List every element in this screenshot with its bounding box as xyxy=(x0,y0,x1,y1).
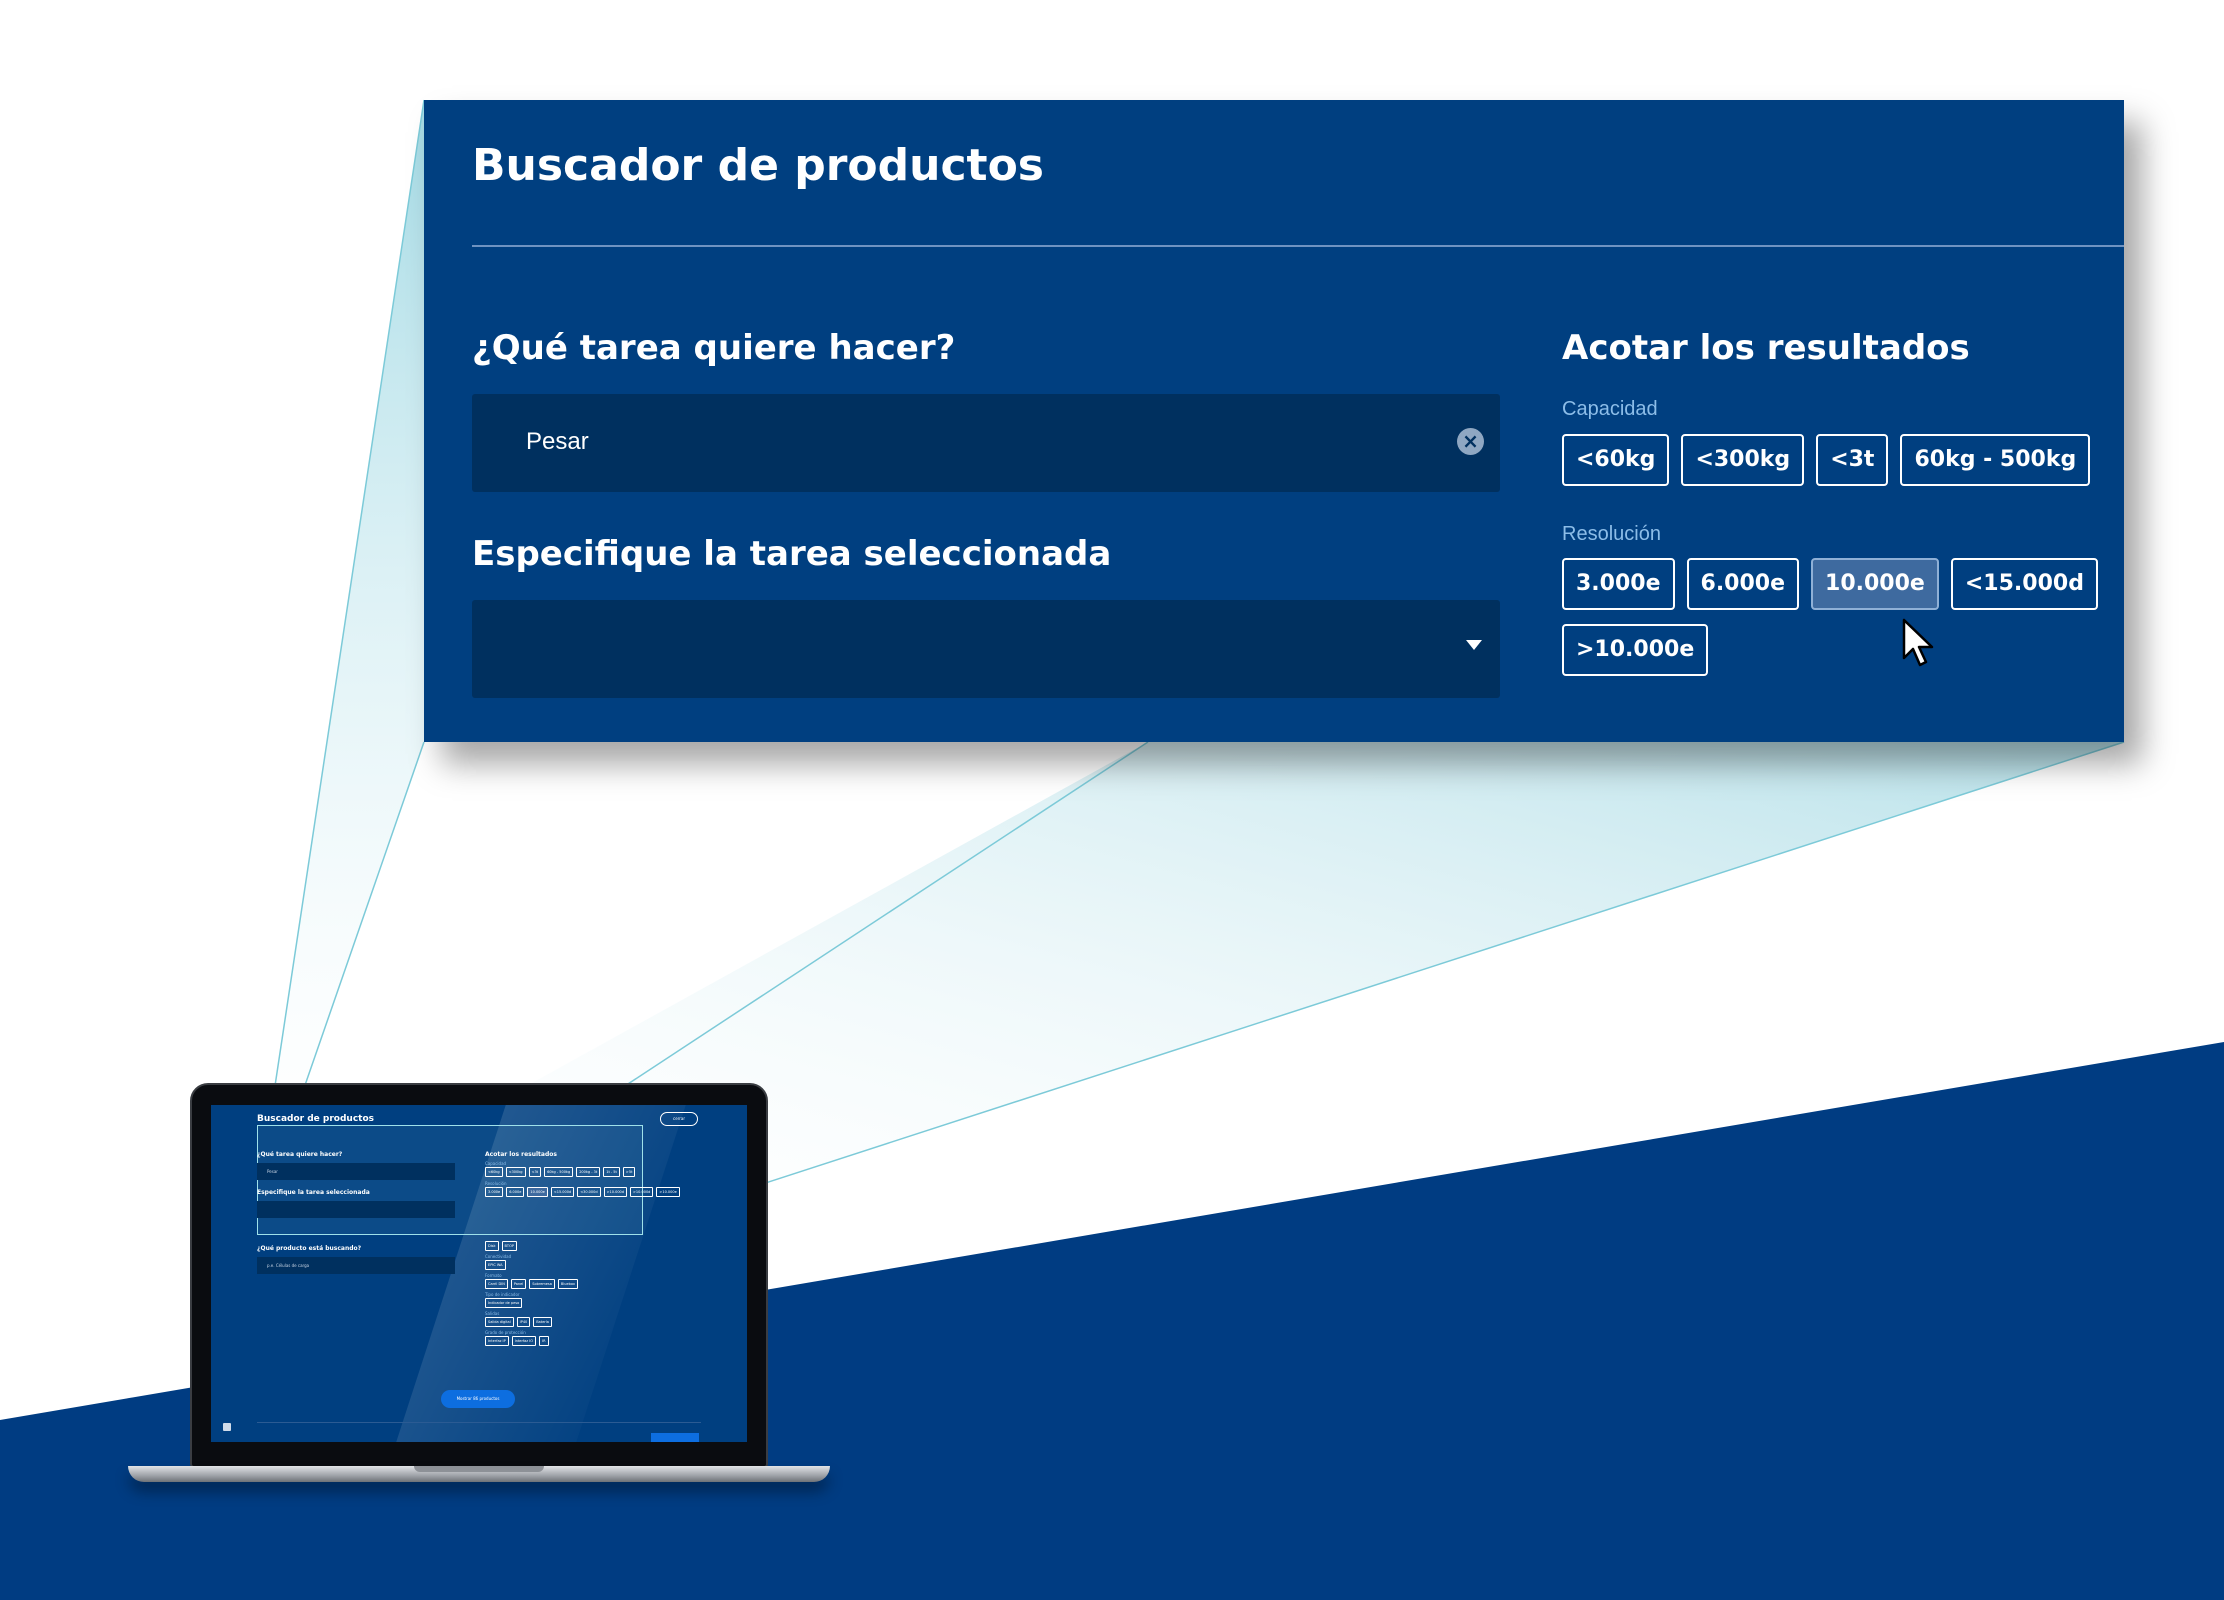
mini-chip[interactable]: Carril DIN xyxy=(485,1279,508,1289)
resolution-chip-lt15000d[interactable]: <15.000d xyxy=(1950,558,2098,610)
mini-output-chips: Salida digital IP40 Batería xyxy=(485,1317,695,1327)
mini-task-heading: ¿Qué tarea quiere hacer? xyxy=(257,1151,343,1158)
mini-chip[interactable]: <15.000d xyxy=(550,1187,575,1197)
mini-format-chips: Carril DIN Panel Sobremesa Bluebox xyxy=(485,1279,695,1289)
capacity-chip-lt60kg[interactable]: <60kg xyxy=(1562,434,1670,486)
mini-chip[interactable]: 6.000e xyxy=(506,1187,525,1197)
mini-chip[interactable]: >5t xyxy=(622,1167,636,1177)
mouse-pointer-icon xyxy=(1902,618,1934,667)
laptop-hinge-notch xyxy=(414,1466,544,1472)
mini-chip[interactable]: Salida digital xyxy=(485,1317,514,1327)
mini-chip[interactable]: BTOP xyxy=(501,1241,517,1251)
title-divider xyxy=(472,245,2124,247)
capacity-chip-60-500kg[interactable]: 60kg - 500kg xyxy=(1900,434,2091,486)
mini-chip[interactable]: Batería xyxy=(533,1317,552,1327)
filters-heading: Acotar los resultados xyxy=(1562,328,1970,368)
mini-resolution-chips: 3.000e 6.000e 10.000e <15.000d <30.000d … xyxy=(485,1187,695,1197)
mini-title: Buscador de productos xyxy=(257,1114,374,1124)
mini-chip[interactable]: EPIC WA xyxy=(485,1260,506,1270)
specify-heading: Especifique la tarea seleccionada xyxy=(472,534,1112,574)
mini-connectivity-chips: EPIC WA xyxy=(485,1260,695,1270)
mini-chip[interactable]: IR xyxy=(539,1336,549,1346)
mini-chip[interactable]: Bluebox xyxy=(557,1279,578,1289)
mini-chip[interactable]: >10.000d xyxy=(603,1187,627,1197)
mini-chip[interactable]: 60kg - 500kg xyxy=(544,1167,574,1177)
specify-task-select[interactable] xyxy=(472,600,1500,698)
mini-display-chips: Indicador de peso xyxy=(485,1298,695,1308)
mini-footer-button[interactable] xyxy=(651,1433,699,1442)
mini-chip[interactable]: >10.000e xyxy=(656,1187,680,1197)
mini-type-chips: Disk BTOP xyxy=(485,1241,695,1251)
resolution-chip-3000e[interactable]: 3.000e xyxy=(1562,558,1675,610)
capacity-label: Capacidad xyxy=(1562,398,1658,420)
chat-icon[interactable] xyxy=(223,1423,231,1431)
mini-capacity-label: Capacidad xyxy=(485,1161,507,1166)
task-search-input[interactable]: Pesar × xyxy=(472,394,1500,492)
mini-chip[interactable]: <300kg xyxy=(505,1167,526,1177)
mini-display-label: Tipo de indicador xyxy=(485,1292,520,1297)
resolution-chip-gt10000e[interactable]: >10.000e xyxy=(1562,624,1709,676)
mini-chip[interactable]: 3.000e xyxy=(485,1187,504,1197)
panel-title: Buscador de productos xyxy=(472,140,1044,191)
mini-filters-heading: Acotar los resultados xyxy=(485,1151,557,1158)
mini-chip[interactable]: 200kg - 3t xyxy=(576,1167,601,1177)
mini-chip-selected[interactable]: 10.000e xyxy=(527,1187,548,1197)
capacity-chip-group: <60kg <300kg <3t 60kg - 500kg xyxy=(1562,434,2102,486)
mini-protection-label: Grado de protección xyxy=(485,1330,526,1335)
resolution-chip-6000e[interactable]: 6.000e xyxy=(1686,558,1800,610)
mini-capacity-chips: <60kg <300kg <3t 60kg - 500kg 200kg - 3t… xyxy=(485,1167,695,1177)
mini-chip[interactable]: Interfaz IO xyxy=(511,1336,537,1346)
product-finder-zoom-panel: Buscador de productos ¿Qué tarea quiere … xyxy=(424,100,2124,742)
mini-product-input[interactable]: p.e. Células de carga xyxy=(257,1257,455,1274)
mini-chip[interactable]: 1t - 5t xyxy=(603,1167,620,1177)
mini-format-label: Formato xyxy=(485,1273,502,1278)
mini-chip[interactable]: Panel xyxy=(510,1279,527,1289)
mini-chip[interactable]: Interfaz IP xyxy=(485,1336,509,1346)
mini-footer-divider xyxy=(257,1422,701,1423)
task-search-value: Pesar xyxy=(526,428,589,455)
laptop-screen: Buscador de productos cerrar ¿Qué tarea … xyxy=(211,1105,747,1442)
resolution-chip-group: 3.000e 6.000e 10.000e <15.000d >10.000e xyxy=(1562,558,2102,676)
mini-chip[interactable]: Disk xyxy=(485,1241,499,1251)
mini-task-input[interactable]: Pesar xyxy=(257,1163,455,1180)
zoom-region-marker xyxy=(257,1125,643,1235)
mini-close-button[interactable]: cerrar xyxy=(660,1112,698,1126)
mini-resolution-label: Resolución xyxy=(485,1181,507,1186)
mini-protection-chips: Interfaz IP Interfaz IO IR xyxy=(485,1336,695,1346)
mini-chip[interactable]: IP40 xyxy=(516,1317,531,1327)
mini-specify-heading: Especifique la tarea seleccionada xyxy=(257,1189,370,1196)
mini-chip[interactable]: <3t xyxy=(528,1167,542,1177)
mini-chip[interactable]: <30.000d xyxy=(577,1187,601,1197)
mini-specify-select[interactable] xyxy=(257,1201,455,1218)
mini-chip[interactable]: Indicador de peso xyxy=(485,1298,523,1308)
resolution-label: Resolución xyxy=(1562,523,1661,545)
mini-chip[interactable]: >10.000d xyxy=(630,1187,654,1197)
mini-output-label: Salidas xyxy=(485,1311,500,1316)
capacity-chip-lt300kg[interactable]: <300kg xyxy=(1681,434,1805,486)
mini-connectivity-label: Conectividad xyxy=(485,1254,512,1259)
mini-show-products-button[interactable]: Mostrar 86 productos xyxy=(441,1390,515,1408)
task-heading: ¿Qué tarea quiere hacer? xyxy=(472,328,956,368)
mini-chip[interactable]: <60kg xyxy=(485,1167,503,1177)
mini-product-heading: ¿Qué producto está buscando? xyxy=(257,1245,362,1252)
capacity-chip-lt3t[interactable]: <3t xyxy=(1816,434,1889,486)
mini-chip[interactable]: Sobremesa xyxy=(529,1279,555,1289)
caret-down-icon xyxy=(1466,640,1482,650)
clear-circle-icon[interactable]: × xyxy=(1457,428,1484,455)
resolution-chip-10000e-selected[interactable]: 10.000e xyxy=(1811,558,1939,610)
